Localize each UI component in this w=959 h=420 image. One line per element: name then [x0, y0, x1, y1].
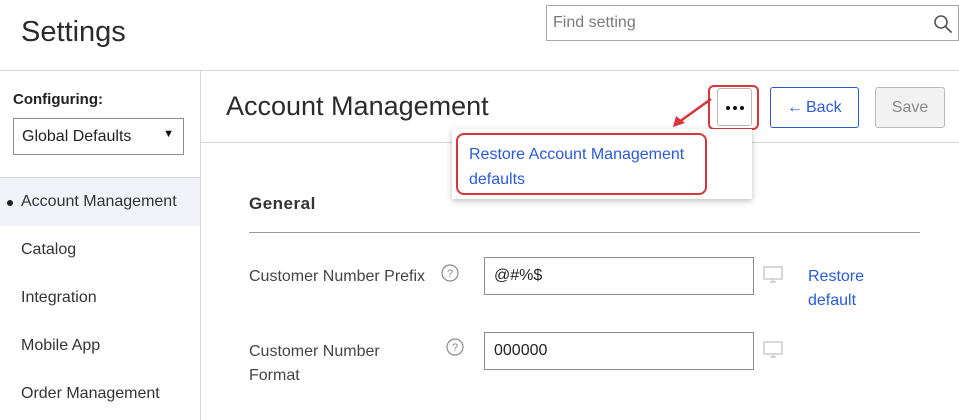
monitor-icon — [763, 341, 783, 358]
annotation-highlight-restore-item — [456, 133, 707, 195]
search-box[interactable] — [546, 5, 959, 41]
scope-select[interactable]: Global Defaults ▼ — [13, 118, 184, 155]
app-title: Settings — [21, 16, 126, 48]
sidebar-item-label: Integration — [21, 289, 97, 306]
top-bar: Settings — [0, 0, 959, 71]
sidebar-item-order-management[interactable]: Order Management — [0, 370, 200, 418]
sidebar-item-label: Catalog — [21, 241, 77, 258]
section-divider — [249, 232, 920, 233]
customer-number-format-input[interactable] — [484, 332, 754, 370]
search-icon[interactable] — [933, 14, 953, 34]
back-button-label: Back — [806, 99, 842, 116]
sidebar-item-catalog[interactable]: Catalog — [0, 226, 200, 274]
configuring-label: Configuring: — [13, 91, 103, 108]
scope-select-value: Global Defaults — [22, 128, 132, 145]
sidebar-item-label: Account Management — [21, 193, 177, 210]
sidebar-item-account-management[interactable]: Account Management — [0, 178, 200, 226]
annotation-arrow-icon — [673, 97, 712, 127]
svg-text:?: ? — [447, 268, 453, 280]
search-input[interactable] — [547, 6, 927, 40]
svg-text:?: ? — [452, 342, 458, 354]
section-title: General — [249, 194, 316, 213]
help-icon[interactable]: ? — [441, 264, 459, 282]
customer-number-format-label: Customer Number Format — [249, 343, 380, 384]
customer-number-prefix-label: Customer Number Prefix — [249, 268, 426, 285]
sidebar-item-mobile-app[interactable]: Mobile App — [0, 322, 200, 370]
monitor-icon — [763, 266, 783, 283]
help-icon[interactable]: ? — [446, 338, 464, 356]
active-bullet-icon — [7, 200, 13, 206]
arrow-left-icon: ← — [787, 99, 803, 116]
customer-number-prefix-input[interactable] — [484, 257, 754, 295]
back-button[interactable]: ← Back — [770, 87, 859, 128]
sidebar-item-label: Mobile App — [21, 337, 101, 354]
save-button[interactable]: Save — [875, 87, 945, 128]
caret-down-icon: ▼ — [163, 128, 174, 140]
restore-default-link[interactable]: Restore default — [808, 265, 888, 313]
sidebar-item-integration[interactable]: Integration — [0, 274, 200, 322]
annotation-highlight-more-button — [708, 85, 759, 130]
sidebar-item-label: Order Management — [21, 385, 160, 402]
sidebar: Configuring: Global Defaults ▼ Account M… — [0, 71, 201, 420]
page-title: Account Management — [226, 91, 489, 121]
